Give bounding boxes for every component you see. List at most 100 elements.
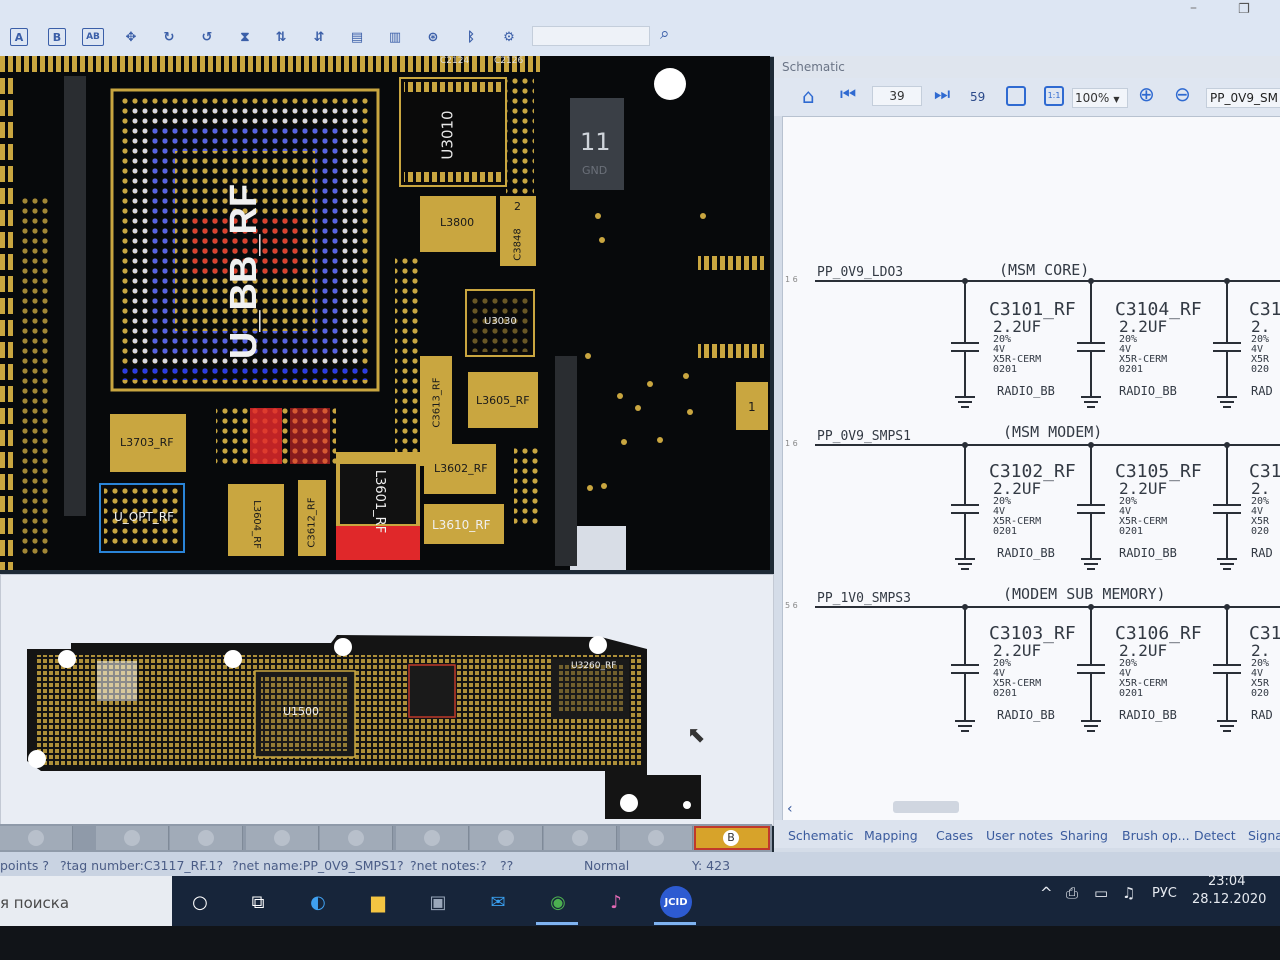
home-icon[interactable]: ⌂ xyxy=(802,84,815,108)
cap-c31-partial-row3[interactable]: C31 2. 20% 4V X5R 020 RAD xyxy=(1249,625,1280,721)
network-icon: ⊛ xyxy=(427,29,439,45)
cap-c3102[interactable]: C3102_RF 2.2UF 20% 4V X5R-CERM 0201 RADI… xyxy=(989,463,1076,560)
text-b-icon: B xyxy=(48,28,66,46)
layer2-button[interactable]: ▥ xyxy=(384,26,406,48)
toolbar-search-input[interactable] xyxy=(532,26,650,46)
move-button[interactable]: ✥ xyxy=(120,26,142,48)
cap-c3105[interactable]: C3105_RF 2.2UF 20% 4V X5R-CERM 0201 RADI… xyxy=(1115,463,1202,560)
text-a-button[interactable]: A xyxy=(8,26,30,48)
rotate-90-ccw-button[interactable]: ↺ xyxy=(196,26,218,48)
zoom-in-icon[interactable]: ⊕ xyxy=(1138,82,1155,106)
cap-c31-partial-row1[interactable]: C31 2. 20% 4V X5R 020 RAD xyxy=(1249,301,1280,397)
fit-page-icon[interactable] xyxy=(1006,86,1026,106)
chevron-down-icon: ▼ xyxy=(1113,95,1120,104)
search-icon[interactable]: ⌕ xyxy=(660,24,682,46)
net-label-row1[interactable]: PP_0V9_LDO3 xyxy=(817,265,903,280)
tray-language[interactable]: РУС xyxy=(1152,886,1177,901)
board-tab-4[interactable] xyxy=(246,826,319,850)
tab-signal[interactable]: Signa xyxy=(1248,828,1280,843)
page-number-input[interactable]: 39 xyxy=(872,86,922,106)
text-ab-button[interactable]: AB xyxy=(82,26,104,48)
taskbar-search-box[interactable]: я поиска xyxy=(0,876,172,926)
tray-date[interactable]: 28.12.2020 xyxy=(1192,892,1266,907)
tab-schematic[interactable]: Schematic xyxy=(788,828,854,843)
label-u3030: U3030 xyxy=(484,316,517,327)
cap-c3103[interactable]: C3103_RF 2.2UF 20% 4V X5R-CERM 0201 RADI… xyxy=(989,625,1076,722)
board-tab-1[interactable] xyxy=(0,826,73,850)
flip-up-button[interactable]: ⇅ xyxy=(270,26,292,48)
group-title-row2: (MSM MODEM) xyxy=(1003,423,1103,441)
label-l3800: L3800 xyxy=(440,216,475,229)
windows-taskbar: ○ ⧉ ◐ ▆ ▣ ✉ ◉ ♪ JCID ^ ⎙ ▭ ♫ РУС 23:04 2… xyxy=(0,874,1280,926)
board-tab-2[interactable] xyxy=(96,826,169,850)
bluetooth-button[interactable]: ᛒ xyxy=(460,26,482,48)
board-tab-6[interactable] xyxy=(396,826,469,850)
text-a-icon: A xyxy=(10,28,28,46)
horizontal-scrollbar[interactable] xyxy=(893,801,959,813)
jcid-app-icon[interactable]: JCID xyxy=(660,886,692,918)
cap-c31-partial-row2[interactable]: C31 2. 20% 4V X5R 020 RAD xyxy=(1249,463,1280,559)
layer2-icon: ▥ xyxy=(388,29,402,45)
tab-brush-options[interactable]: Brush op... xyxy=(1122,828,1190,843)
board-zoom-view[interactable]: U_BB_RF U3010 C2124 C2126 11 GND L3800 C… xyxy=(0,56,770,570)
zoom-out-icon[interactable]: ⊖ xyxy=(1174,82,1191,106)
scroll-left-icon[interactable]: ‹ xyxy=(787,801,793,817)
label-l3602: L3602_RF xyxy=(434,462,488,475)
network-button[interactable]: ⊛ xyxy=(422,26,444,48)
status-net-notes: ?net notes:? xyxy=(410,858,487,873)
page-total: 59 xyxy=(970,90,986,104)
board-tab-active[interactable]: B xyxy=(694,826,770,850)
first-page-icon[interactable]: ⏮ xyxy=(840,84,856,105)
board-tab-3[interactable] xyxy=(170,826,243,850)
actual-size-icon[interactable]: 1:1 xyxy=(1044,86,1064,106)
cap-c3106[interactable]: C3106_RF 2.2UF 20% 4V X5R-CERM 0201 RADI… xyxy=(1115,625,1202,722)
settings-button[interactable]: ⚙ xyxy=(498,26,520,48)
tab-dot-icon xyxy=(274,830,290,846)
text-b-button[interactable]: B xyxy=(46,26,68,48)
monitor-bezel xyxy=(0,926,1280,960)
board-overview[interactable]: U1500 U3260_RF ⬉ xyxy=(0,574,774,826)
schematic-panel-title: Schematic xyxy=(774,56,1280,78)
schematic-canvas[interactable]: 1 6 PP_0V9_LDO3 (MSM CORE) C3101_RF 2.2U… xyxy=(782,116,1280,830)
mirror-button[interactable]: ⧗ xyxy=(234,26,256,48)
tray-time[interactable]: 23:04 xyxy=(1208,874,1245,889)
tab-mapping[interactable]: Mapping xyxy=(864,828,918,843)
file-explorer-icon[interactable]: ▆ xyxy=(364,888,392,916)
tray-chevron-up-icon[interactable]: ^ xyxy=(1040,884,1053,902)
chrome-icon[interactable]: ◉ xyxy=(544,888,572,916)
task-view-icon[interactable]: ⧉ xyxy=(244,888,272,916)
board-tab-8[interactable] xyxy=(544,826,617,850)
flip-down-button[interactable]: ⇵ xyxy=(308,26,330,48)
tab-dot-icon xyxy=(198,830,214,846)
net-label-row2[interactable]: PP_0V9_SMPS1 xyxy=(817,429,911,444)
cap-c3101[interactable]: C3101_RF 2.2UF 20% 4V X5R-CERM 0201 RADI… xyxy=(989,301,1076,398)
flip-down-icon: ⇵ xyxy=(313,29,325,45)
store-icon[interactable]: ▣ xyxy=(424,888,452,916)
label-l3604: L3604_RF xyxy=(250,499,262,549)
tray-usb-icon[interactable]: ⎙ xyxy=(1066,884,1078,902)
restore-icon[interactable]: ❐ xyxy=(1238,2,1250,17)
board-tab-9[interactable] xyxy=(620,826,693,850)
layer-button[interactable]: ▤ xyxy=(346,26,368,48)
mail-icon[interactable]: ✉ xyxy=(484,888,512,916)
net-search-input[interactable]: PP_0V9_SM xyxy=(1206,88,1280,108)
zoom-select[interactable]: 100% ▼ xyxy=(1072,88,1128,108)
tray-network-icon[interactable]: ▭ xyxy=(1094,884,1108,902)
cap-c3104[interactable]: C3104_RF 2.2UF 20% 4V X5R-CERM 0201 RADI… xyxy=(1115,301,1202,398)
rotate-90-button[interactable]: ↻ xyxy=(158,26,180,48)
last-page-icon[interactable]: ⏭ xyxy=(934,84,950,105)
board-tab-5[interactable] xyxy=(320,826,393,850)
minimize-icon[interactable]: – xyxy=(1190,0,1197,16)
status-y-coord: Y: 423 xyxy=(692,858,731,873)
tab-cases[interactable]: Cases xyxy=(936,828,973,843)
tab-detect[interactable]: Detect xyxy=(1194,828,1236,843)
itunes-icon[interactable]: ♪ xyxy=(602,888,630,916)
edge-icon[interactable]: ◐ xyxy=(304,888,332,916)
status-net-name: ?net name:PP_0V9_SMPS1? xyxy=(232,858,404,873)
tab-user-notes[interactable]: User notes xyxy=(986,828,1053,843)
tray-volume-icon[interactable]: ♫ xyxy=(1122,884,1135,902)
tab-sharing[interactable]: Sharing xyxy=(1060,828,1108,843)
net-label-row3[interactable]: PP_1V0_SMPS3 xyxy=(817,591,911,606)
board-tab-7[interactable] xyxy=(470,826,543,850)
cortana-icon[interactable]: ○ xyxy=(186,888,214,916)
